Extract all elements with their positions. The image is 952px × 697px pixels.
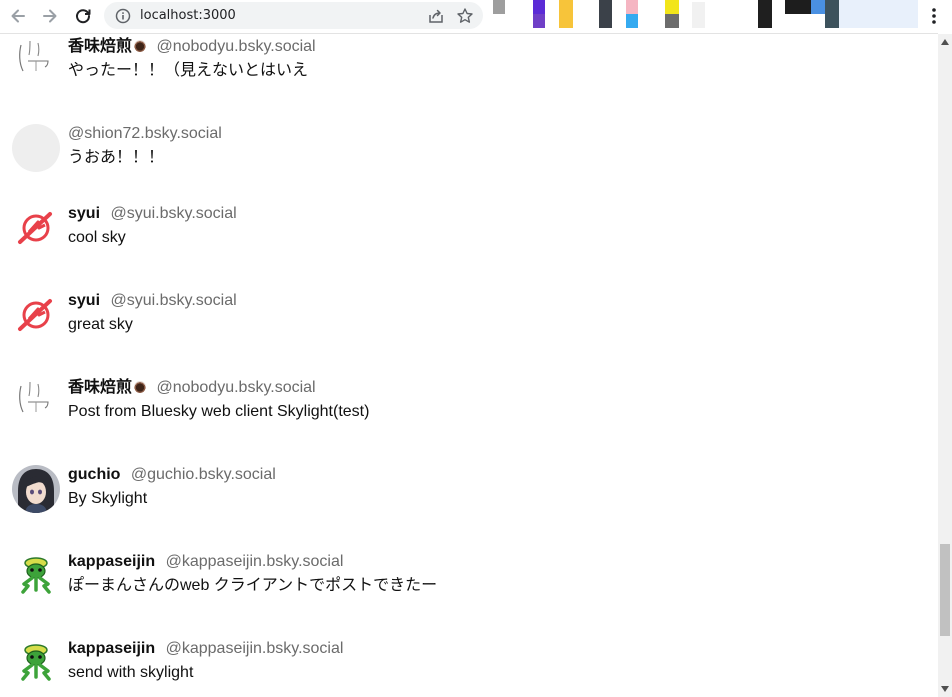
- extension-block: [599, 0, 612, 28]
- extension-block: [665, 0, 679, 14]
- post-item[interactable]: kappaseijin @kappaseijin.bsky.social ぽーま…: [0, 552, 938, 632]
- extension-block: [692, 2, 705, 28]
- post-header: guchio @guchio.bsky.social: [68, 465, 276, 485]
- handle[interactable]: @kappaseijin.bsky.social: [166, 640, 344, 657]
- avatar[interactable]: [12, 124, 60, 172]
- post-item[interactable]: 香味焙煎 @nobodyu.bsky.social やったー！！（見えないとはい…: [0, 37, 938, 117]
- sketch-avatar-icon: [12, 37, 60, 85]
- post-header: kappaseijin @kappaseijin.bsky.social: [68, 639, 343, 659]
- sketch-avatar-icon: [12, 378, 60, 426]
- extension-block: [758, 0, 772, 28]
- post-item[interactable]: 香味焙煎 @nobodyu.bsky.social Post from Blue…: [0, 378, 938, 458]
- avatar[interactable]: [12, 639, 60, 687]
- scroll-down-arrow-icon[interactable]: [941, 686, 949, 692]
- post-header: 香味焙煎 @nobodyu.bsky.social: [68, 378, 316, 398]
- extension-block: [811, 0, 825, 14]
- post-header: kappaseijin @kappaseijin.bsky.social: [68, 552, 343, 572]
- display-name[interactable]: guchio: [68, 466, 120, 483]
- info-circle-icon[interactable]: [115, 8, 131, 24]
- coffee-icon: [134, 381, 147, 393]
- coffee-icon: [134, 40, 147, 52]
- post-header: syui @syui.bsky.social: [68, 204, 237, 224]
- forward-button[interactable]: [38, 4, 62, 28]
- avatar[interactable]: [12, 37, 60, 85]
- display-name[interactable]: kappaseijin: [68, 640, 155, 657]
- scroll-up-arrow-icon[interactable]: [941, 39, 949, 45]
- extension-block: [785, 0, 811, 14]
- back-button[interactable]: [6, 4, 30, 28]
- kebab-menu-icon: [932, 8, 936, 24]
- handle[interactable]: @syui.bsky.social: [110, 205, 236, 222]
- display-name[interactable]: syui: [68, 205, 100, 222]
- avatar[interactable]: [12, 552, 60, 600]
- post-text: cool sky: [68, 229, 126, 246]
- avatar[interactable]: [12, 291, 60, 339]
- display-name[interactable]: kappaseijin: [68, 553, 155, 570]
- display-name[interactable]: syui: [68, 292, 100, 309]
- post-item[interactable]: syui @syui.bsky.social great sky: [0, 291, 938, 371]
- post-header: @shion72.bsky.social: [68, 124, 222, 144]
- display-name[interactable]: 香味焙煎: [68, 379, 147, 396]
- post-item[interactable]: guchio @guchio.bsky.social By Skylight: [0, 465, 938, 545]
- kappa-alien-icon: [12, 639, 60, 687]
- post-text: By Skylight: [68, 490, 148, 507]
- handle[interactable]: @syui.bsky.social: [110, 292, 236, 309]
- syui-logo-icon: [12, 291, 60, 339]
- post-text: うおあ！！！: [68, 149, 165, 166]
- display-name[interactable]: 香味焙煎: [68, 38, 147, 55]
- handle[interactable]: @guchio.bsky.social: [131, 466, 276, 483]
- post-text: Post from Bluesky web client Skylight(te…: [68, 403, 370, 420]
- extension-block: [626, 0, 638, 14]
- post-text: やったー！！（見えないとはいえ: [68, 62, 309, 79]
- handle[interactable]: @nobodyu.bsky.social: [156, 38, 315, 55]
- post-item[interactable]: syui @syui.bsky.social cool sky: [0, 204, 938, 284]
- timeline-feed: 香味焙煎 @nobodyu.bsky.social やったー！！（見えないとはい…: [0, 34, 938, 697]
- back-arrow-icon: [11, 9, 25, 23]
- handle[interactable]: @shion72.bsky.social: [68, 125, 222, 142]
- post-text: send with skylight: [68, 664, 194, 681]
- handle[interactable]: @kappaseijin.bsky.social: [166, 553, 344, 570]
- post-header: 香味焙煎 @nobodyu.bsky.social: [68, 37, 316, 57]
- address-bar[interactable]: localhost:3000: [104, 2, 483, 29]
- avatar[interactable]: [12, 204, 60, 252]
- post-item[interactable]: @shion72.bsky.social うおあ！！！: [0, 124, 938, 204]
- extension-block: [665, 14, 679, 28]
- forward-arrow-icon: [43, 9, 57, 23]
- kappa-alien-icon: [12, 552, 60, 600]
- anime-portrait-icon: [12, 465, 60, 513]
- reload-button[interactable]: [71, 4, 95, 28]
- avatar[interactable]: [12, 378, 60, 426]
- browser-menu-button[interactable]: [924, 5, 944, 27]
- post-text: ぽーまんさんのweb クライアントでポストできたー: [68, 577, 438, 594]
- star-icon[interactable]: [456, 7, 474, 25]
- share-icon[interactable]: [427, 7, 445, 25]
- post-text: great sky: [68, 316, 133, 333]
- post-header: syui @syui.bsky.social: [68, 291, 237, 311]
- avatar[interactable]: [12, 465, 60, 513]
- extension-block: [493, 0, 505, 14]
- extension-icons[interactable]: [493, 0, 918, 30]
- extension-block: [626, 14, 638, 28]
- extension-block: [825, 0, 839, 28]
- extension-block: [533, 0, 545, 14]
- post-item[interactable]: kappaseijin @kappaseijin.bsky.social sen…: [0, 639, 938, 697]
- extension-block: [839, 0, 918, 28]
- scrollbar-thumb[interactable]: [940, 544, 950, 636]
- syui-logo-icon: [12, 204, 60, 252]
- browser-toolbar: localhost:3000: [0, 0, 952, 33]
- extension-block: [559, 0, 573, 28]
- reload-icon: [76, 9, 91, 24]
- handle[interactable]: @nobodyu.bsky.social: [156, 379, 315, 396]
- vertical-scrollbar[interactable]: [938, 34, 952, 697]
- url-text[interactable]: localhost:3000: [140, 7, 236, 24]
- extension-block: [533, 14, 545, 28]
